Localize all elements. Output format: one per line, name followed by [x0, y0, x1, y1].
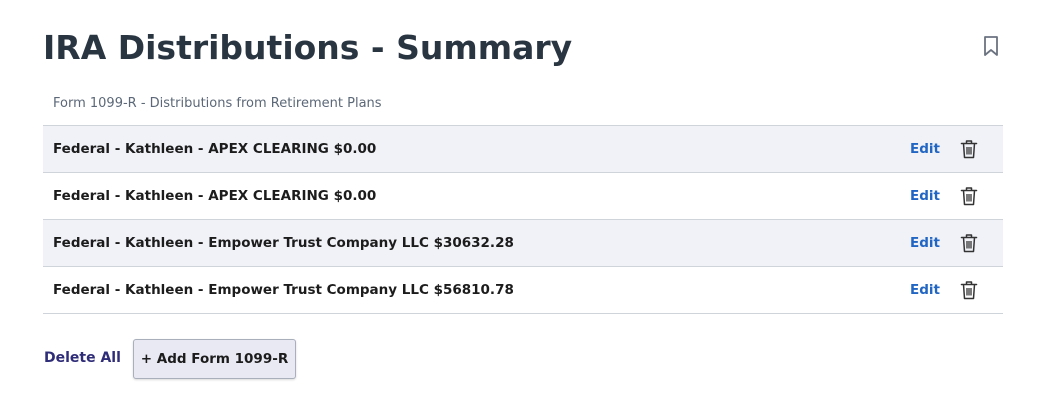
- trash-icon[interactable]: [960, 233, 978, 253]
- section-subtitle: Form 1099-R - Distributions from Retirem…: [53, 96, 382, 111]
- edit-link[interactable]: Edit: [910, 188, 940, 204]
- edit-link[interactable]: Edit: [910, 282, 940, 298]
- list-item-label: Federal - Kathleen - APEX CLEARING $0.00: [53, 188, 377, 204]
- edit-link[interactable]: Edit: [910, 141, 940, 157]
- list-item-label: Federal - Kathleen - Empower Trust Compa…: [53, 282, 514, 298]
- trash-icon[interactable]: [960, 186, 978, 206]
- list-item: Federal - Kathleen - Empower Trust Compa…: [43, 220, 1003, 267]
- trash-icon[interactable]: [960, 139, 978, 159]
- list-item: Federal - Kathleen - APEX CLEARING $0.00…: [43, 173, 1003, 220]
- list-item-label: Federal - Kathleen - Empower Trust Compa…: [53, 235, 514, 251]
- trash-icon[interactable]: [960, 280, 978, 300]
- edit-link[interactable]: Edit: [910, 235, 940, 251]
- list-item: Federal - Kathleen - Empower Trust Compa…: [43, 267, 1003, 314]
- bookmark-icon[interactable]: [982, 35, 1000, 57]
- add-form-1099r-button[interactable]: + Add Form 1099-R: [133, 339, 296, 379]
- page-title: IRA Distributions - Summary: [43, 28, 573, 67]
- list-item-label: Federal - Kathleen - APEX CLEARING $0.00: [53, 141, 377, 157]
- list-item: Federal - Kathleen - APEX CLEARING $0.00…: [43, 126, 1003, 173]
- page: IRA Distributions - Summary Form 1099-R …: [0, 0, 1050, 414]
- delete-all-link[interactable]: Delete All: [44, 350, 121, 366]
- distributions-list: Federal - Kathleen - APEX CLEARING $0.00…: [43, 125, 1003, 314]
